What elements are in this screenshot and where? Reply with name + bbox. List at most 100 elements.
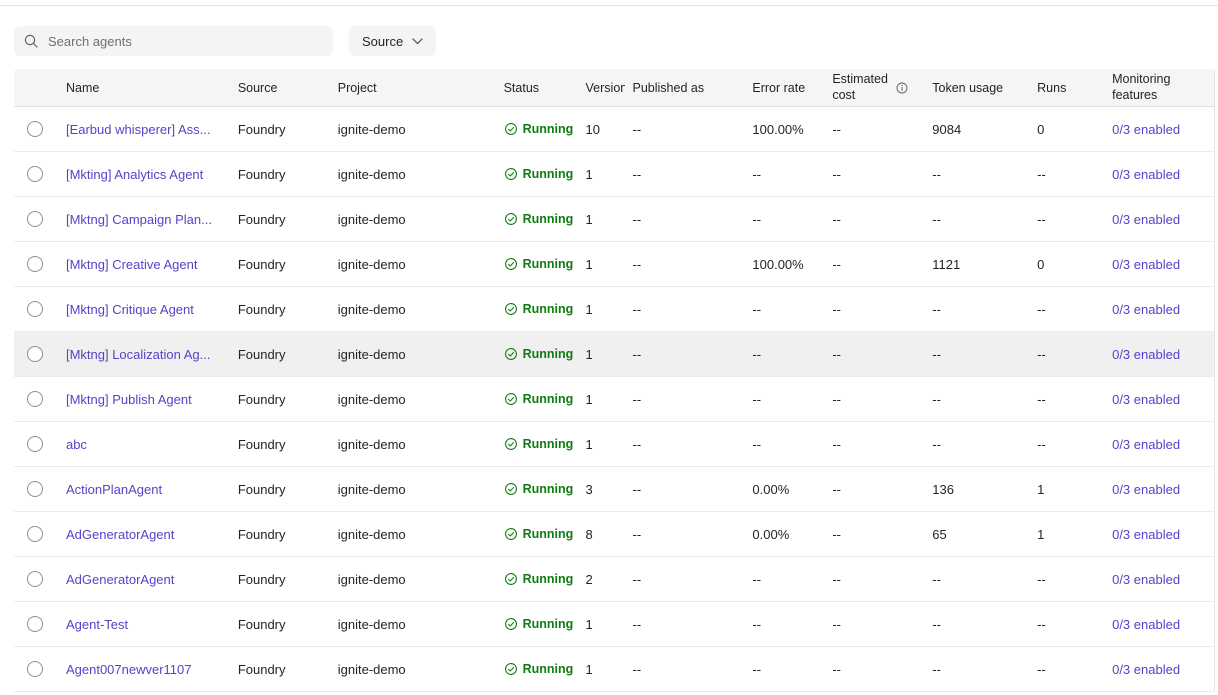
table-row[interactable]: [Mktng] Creative Agent Foundry ignite-de…: [14, 242, 1214, 287]
estimated-cost-cell: --: [824, 512, 924, 556]
row-radio[interactable]: [27, 571, 43, 587]
monitoring-features-link[interactable]: 0/3 enabled: [1112, 302, 1180, 317]
table-row[interactable]: AdGeneratorAgent Foundry ignite-demo Run…: [14, 512, 1214, 557]
row-radio[interactable]: [27, 436, 43, 452]
table-row[interactable]: Agent007newver1107 Foundry ignite-demo R…: [14, 647, 1214, 692]
table-row[interactable]: AdGeneratorAgent Foundry ignite-demo Run…: [14, 557, 1214, 602]
published-as-cell: --: [625, 512, 745, 556]
status-label: Running: [523, 527, 574, 541]
table-row[interactable]: [Mktng] Publish Agent Foundry ignite-dem…: [14, 377, 1214, 422]
monitoring-features-link[interactable]: 0/3 enabled: [1112, 212, 1180, 227]
status-cell: Running: [498, 287, 578, 331]
row-radio[interactable]: [27, 211, 43, 227]
check-circle-icon: [504, 212, 518, 226]
row-radio[interactable]: [27, 391, 43, 407]
header-published-as[interactable]: Published as: [625, 69, 745, 106]
monitoring-features-link[interactable]: 0/3 enabled: [1112, 527, 1180, 542]
published-as-cell: --: [625, 557, 745, 601]
agent-name-link[interactable]: [Mkting] Analytics Agent: [66, 167, 203, 182]
monitoring-features-link[interactable]: 0/3 enabled: [1112, 572, 1180, 587]
monitoring-features-cell: 0/3 enabled: [1104, 422, 1214, 466]
estimated-cost-cell: --: [824, 557, 924, 601]
header-status[interactable]: Status: [498, 69, 578, 106]
agent-name-link[interactable]: Agent-Test: [66, 617, 128, 632]
select-cell: [14, 647, 58, 691]
runs-cell: 0: [1029, 242, 1104, 286]
agent-name-link[interactable]: abc: [66, 437, 87, 452]
row-radio[interactable]: [27, 481, 43, 497]
published-as-cell: --: [625, 107, 745, 151]
header-source[interactable]: Source: [230, 69, 330, 106]
table-row[interactable]: [Mktng] Localization Ag... Foundry ignit…: [14, 332, 1214, 377]
header-runs[interactable]: Runs: [1029, 69, 1104, 106]
agent-name-link[interactable]: [Mktng] Localization Ag...: [66, 347, 211, 362]
monitoring-features-link[interactable]: 0/3 enabled: [1112, 257, 1180, 272]
table-row[interactable]: abc Foundry ignite-demo Running 1 -- -- …: [14, 422, 1214, 467]
error-rate-cell: --: [744, 377, 824, 421]
info-icon[interactable]: [896, 82, 908, 94]
monitoring-features-link[interactable]: 0/3 enabled: [1112, 662, 1180, 677]
header-estimated-cost[interactable]: Estimated cost: [824, 69, 924, 106]
row-radio[interactable]: [27, 256, 43, 272]
status-cell: Running: [498, 422, 578, 466]
status-badge: Running: [504, 347, 574, 361]
header-name[interactable]: Name: [58, 69, 230, 106]
row-radio[interactable]: [27, 661, 43, 677]
header-version[interactable]: Version: [578, 69, 625, 106]
token-usage-cell: --: [924, 422, 1029, 466]
agent-name-link[interactable]: [Mktng] Creative Agent: [66, 257, 198, 272]
status-cell: Running: [498, 602, 578, 646]
status-label: Running: [523, 167, 574, 181]
table-row[interactable]: [Mkting] Analytics Agent Foundry ignite-…: [14, 152, 1214, 197]
monitoring-features-link[interactable]: 0/3 enabled: [1112, 167, 1180, 182]
select-cell: [14, 287, 58, 331]
monitoring-features-cell: 0/3 enabled: [1104, 242, 1214, 286]
agent-name-link[interactable]: AdGeneratorAgent: [66, 527, 174, 542]
published-as-cell: --: [625, 242, 745, 286]
row-radio[interactable]: [27, 346, 43, 362]
agent-name-link[interactable]: [Mktng] Critique Agent: [66, 302, 194, 317]
version-cell: 1: [578, 332, 625, 376]
monitoring-features-link[interactable]: 0/3 enabled: [1112, 617, 1180, 632]
monitoring-features-link[interactable]: 0/3 enabled: [1112, 437, 1180, 452]
status-badge: Running: [504, 482, 574, 496]
name-cell: AdGeneratorAgent: [58, 557, 230, 601]
row-radio[interactable]: [27, 616, 43, 632]
search-input[interactable]: [46, 33, 323, 50]
source-cell: Foundry: [230, 242, 330, 286]
header-error-rate[interactable]: Error rate: [744, 69, 824, 106]
check-circle-icon: [504, 617, 518, 631]
agent-name-link[interactable]: ActionPlanAgent: [66, 482, 162, 497]
check-circle-icon: [504, 167, 518, 181]
table-row[interactable]: [Mktng] Critique Agent Foundry ignite-de…: [14, 287, 1214, 332]
row-radio[interactable]: [27, 301, 43, 317]
table-row[interactable]: ActionPlanAgent Foundry ignite-demo Runn…: [14, 467, 1214, 512]
source-cell: Foundry: [230, 512, 330, 556]
table-row[interactable]: [Earbud whisperer] Ass... Foundry ignite…: [14, 107, 1214, 152]
row-radio[interactable]: [27, 121, 43, 137]
monitoring-features-link[interactable]: 0/3 enabled: [1112, 482, 1180, 497]
agent-name-link[interactable]: [Mktng] Publish Agent: [66, 392, 192, 407]
source-filter-button[interactable]: Source: [349, 26, 436, 56]
token-usage-cell: --: [924, 287, 1029, 331]
header-token-usage[interactable]: Token usage: [924, 69, 1029, 106]
project-cell: ignite-demo: [330, 107, 498, 151]
runs-cell: --: [1029, 647, 1104, 691]
table-row[interactable]: Agent-Test Foundry ignite-demo Running 1…: [14, 602, 1214, 647]
table-row[interactable]: [Mktng] Campaign Plan... Foundry ignite-…: [14, 197, 1214, 242]
error-rate-cell: 100.00%: [744, 242, 824, 286]
monitoring-features-link[interactable]: 0/3 enabled: [1112, 122, 1180, 137]
header-project[interactable]: Project: [330, 69, 498, 106]
agent-name-link[interactable]: AdGeneratorAgent: [66, 572, 174, 587]
agent-name-link[interactable]: Agent007newver1107: [66, 662, 192, 677]
agent-name-link[interactable]: [Earbud whisperer] Ass...: [66, 122, 211, 137]
monitoring-features-link[interactable]: 0/3 enabled: [1112, 347, 1180, 362]
source-cell: Foundry: [230, 467, 330, 511]
monitoring-features-link[interactable]: 0/3 enabled: [1112, 392, 1180, 407]
search-box[interactable]: [14, 26, 333, 56]
header-monitoring-features[interactable]: Monitoring features: [1104, 69, 1214, 106]
source-cell: Foundry: [230, 107, 330, 151]
agent-name-link[interactable]: [Mktng] Campaign Plan...: [66, 212, 212, 227]
row-radio[interactable]: [27, 166, 43, 182]
row-radio[interactable]: [27, 526, 43, 542]
